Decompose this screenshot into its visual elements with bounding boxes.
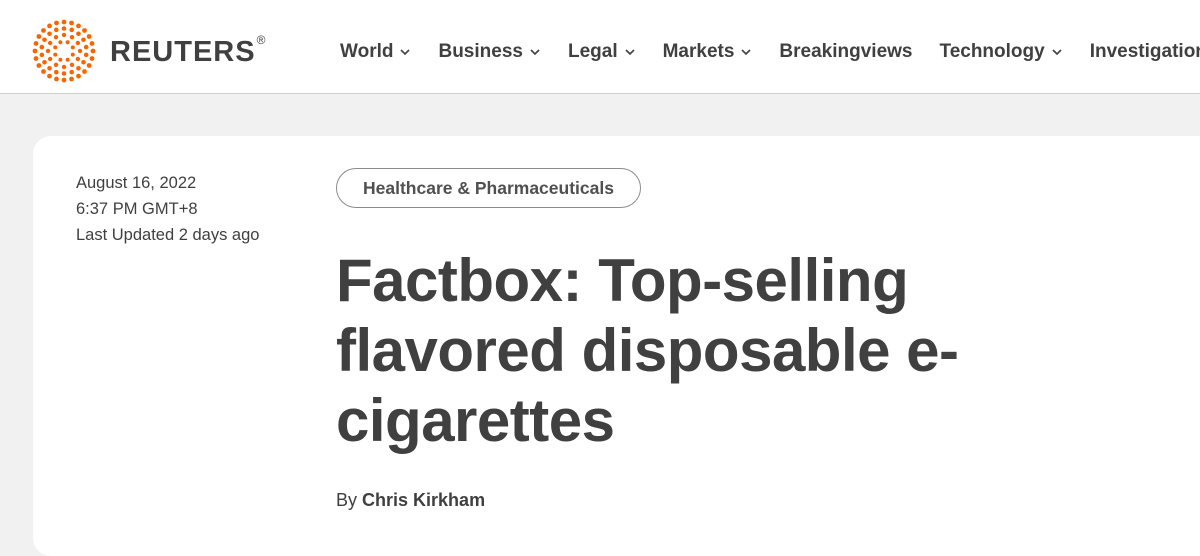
logo-dot xyxy=(47,56,53,62)
logo-dot xyxy=(61,77,67,83)
logo-dot xyxy=(86,63,92,68)
author-link[interactable]: Chris Kirkham xyxy=(362,490,485,510)
logo-dot xyxy=(69,27,74,33)
main-nav: World Business Legal Markets Breakingvie… xyxy=(340,30,1200,74)
nav-item-label: Legal xyxy=(567,41,618,62)
logo-dot xyxy=(42,37,47,43)
logo-dot xyxy=(47,73,52,79)
registered-mark: ® xyxy=(256,32,267,47)
logo-dot xyxy=(86,34,92,39)
logo-dot xyxy=(61,64,67,70)
logo-dot xyxy=(45,48,51,54)
nav-item-label: Breakingviews xyxy=(779,41,913,62)
chevron-down-icon xyxy=(1052,49,1062,56)
logo-dot xyxy=(41,69,46,74)
logo-dot xyxy=(36,63,42,68)
logo-dot xyxy=(65,57,70,62)
logo-dot xyxy=(33,41,39,46)
publish-date: August 16, 2022 xyxy=(76,174,197,192)
logo-dot xyxy=(90,48,96,54)
logo-dot xyxy=(76,23,81,29)
logo-dot xyxy=(53,34,59,40)
logo-dot xyxy=(61,32,67,38)
last-updated: Last Updated 2 days ago xyxy=(76,226,260,244)
logo-dot xyxy=(33,56,39,61)
nav-item-markets[interactable]: Markets xyxy=(663,41,753,63)
nav-item-label: Markets xyxy=(662,41,735,62)
chevron-down-icon xyxy=(400,49,411,56)
nav-item-label: Investigations xyxy=(1089,41,1200,62)
logo-dot xyxy=(82,28,87,33)
logo-dot xyxy=(54,76,59,82)
brand-name: REUTERS® xyxy=(110,32,267,68)
logo-dot xyxy=(47,23,52,29)
byline: By Chris Kirkham xyxy=(336,490,485,511)
logo-dot xyxy=(77,48,83,54)
nav-item-business[interactable]: Business xyxy=(438,41,540,63)
category-tag[interactable]: Healthcare & Pharmaceuticals xyxy=(336,168,641,208)
nav-item-label: Business xyxy=(438,41,523,62)
logo-dot xyxy=(70,52,75,57)
nav-item-technology[interactable]: Technology xyxy=(940,41,1063,63)
logo-dot xyxy=(65,40,70,45)
byline-prefix: By xyxy=(336,490,358,510)
logo-dot xyxy=(53,52,58,57)
article-dateline: August 16, 2022 6:37 PM GMT+8 Last Updat… xyxy=(76,170,259,248)
logo-dot xyxy=(36,34,42,39)
logo-dot xyxy=(75,40,81,46)
nav-item-label: Technology xyxy=(939,41,1045,62)
logo-dot xyxy=(83,44,89,50)
logo-dot xyxy=(69,62,75,68)
logo-dot xyxy=(75,56,81,62)
reuters-logo[interactable]: REUTERS® xyxy=(32,19,267,83)
reuters-logo-icon xyxy=(32,19,96,83)
logo-dot xyxy=(53,45,58,50)
logo-dot xyxy=(69,76,74,82)
chevron-down-icon xyxy=(741,49,751,56)
nav-item-world[interactable]: World xyxy=(340,41,411,63)
logo-dot xyxy=(39,52,45,58)
article-headline: Factbox: Top-selling flavored disposable… xyxy=(336,247,959,454)
logo-dot xyxy=(76,73,81,79)
logo-dot xyxy=(76,31,81,37)
logo-dot xyxy=(70,45,75,50)
nav-item-investigations[interactable]: Investigations xyxy=(1090,41,1200,63)
logo-dot xyxy=(39,44,45,50)
nav-item-legal[interactable]: Legal xyxy=(568,41,636,63)
chevron-down-icon xyxy=(530,49,540,56)
logo-dot xyxy=(58,57,63,62)
logo-dot xyxy=(54,20,59,26)
logo-dot xyxy=(41,28,46,33)
logo-dot xyxy=(81,37,86,43)
logo-dot xyxy=(81,59,86,65)
chevron-down-icon xyxy=(625,49,635,56)
logo-dot xyxy=(61,71,67,76)
logo-dot xyxy=(82,69,87,74)
logo-dot xyxy=(69,20,74,26)
logo-dot xyxy=(69,69,74,75)
logo-dot xyxy=(89,41,95,46)
logo-dot xyxy=(61,26,67,31)
logo-dot xyxy=(47,40,53,46)
site-header: REUTERS® World Business Legal Markets Br… xyxy=(0,0,1200,94)
logo-dot xyxy=(69,34,75,40)
logo-dot xyxy=(53,62,59,68)
logo-dot xyxy=(61,19,67,25)
logo-dot xyxy=(58,40,63,45)
nav-item-breakingviews[interactable]: Breakingviews xyxy=(779,41,912,63)
logo-dot xyxy=(89,56,95,61)
logo-dot xyxy=(54,27,59,33)
logo-dot xyxy=(42,59,47,65)
logo-dot xyxy=(47,65,52,71)
logo-dot xyxy=(76,65,81,71)
publish-time: 6:37 PM GMT+8 xyxy=(76,200,198,218)
logo-dot xyxy=(83,52,89,58)
nav-item-label: World xyxy=(340,41,394,62)
logo-dot xyxy=(32,48,38,54)
logo-dot xyxy=(54,69,59,75)
logo-dot xyxy=(47,31,52,37)
